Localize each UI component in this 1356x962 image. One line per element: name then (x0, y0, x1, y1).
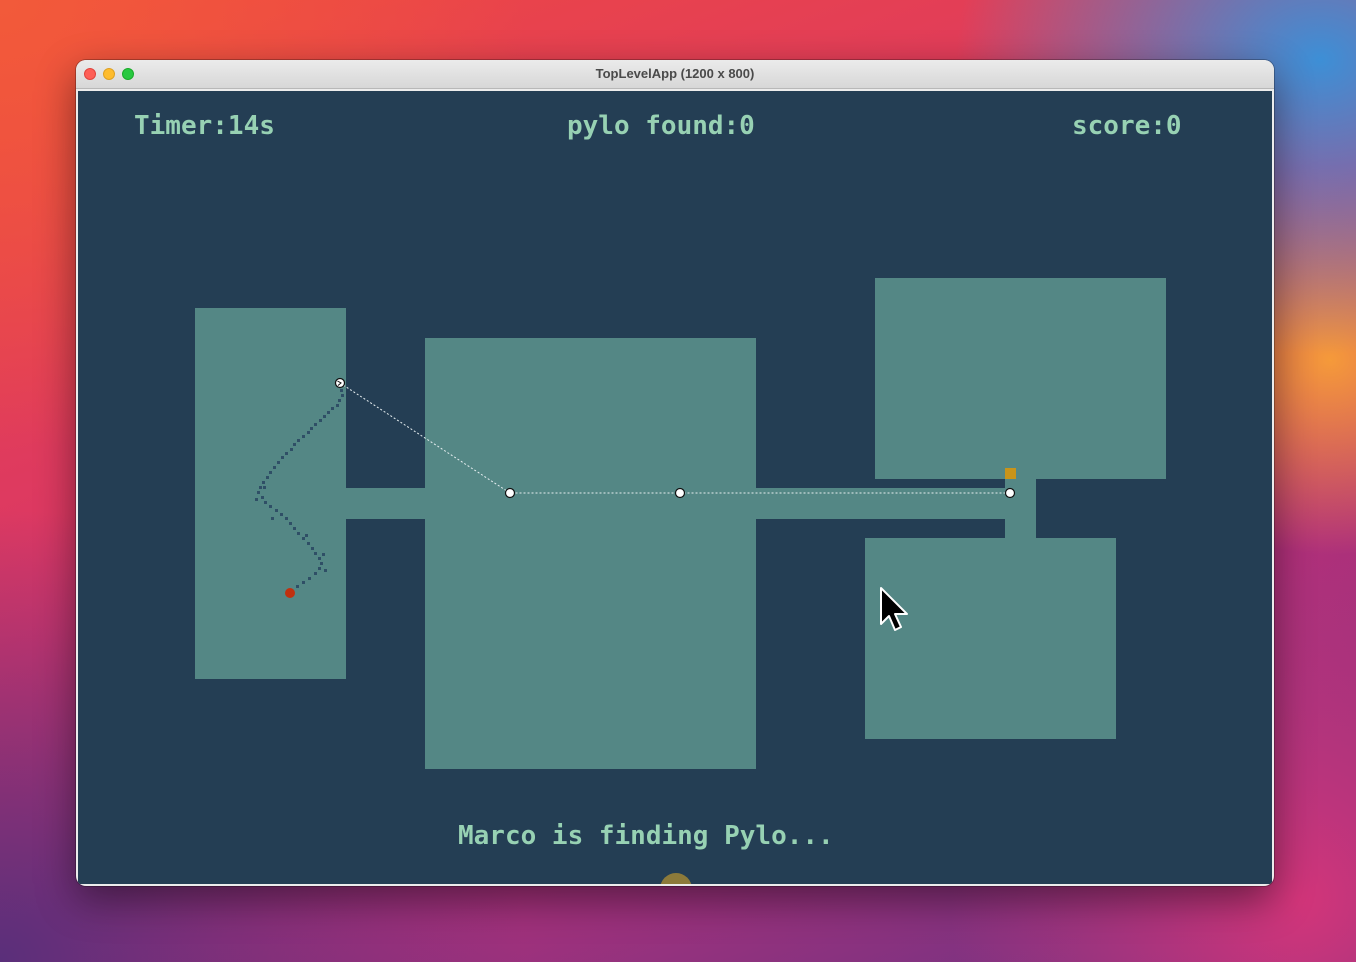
status-message: Marco is finding Pylo... (458, 821, 834, 851)
target-marker-icon (1005, 468, 1016, 479)
waypoint (504, 487, 516, 499)
waypoint-end (1004, 487, 1016, 499)
waypoint (674, 487, 686, 499)
app-window: TopLevelApp (1200 x 800) Timer:14s pylo … (76, 60, 1274, 886)
path-overlay (255, 377, 1016, 631)
game-canvas[interactable]: Timer:14s pylo found:0 score:0 Marco is … (78, 91, 1272, 884)
search-trail (255, 389, 344, 588)
planned-path (339, 382, 1010, 494)
window-title: TopLevelApp (1200 x 800) (595, 66, 755, 81)
player-dot-icon (285, 588, 295, 598)
title-bar[interactable]: TopLevelApp (1200 x 800) (76, 60, 1274, 89)
arrow-cursor-icon (880, 587, 908, 631)
